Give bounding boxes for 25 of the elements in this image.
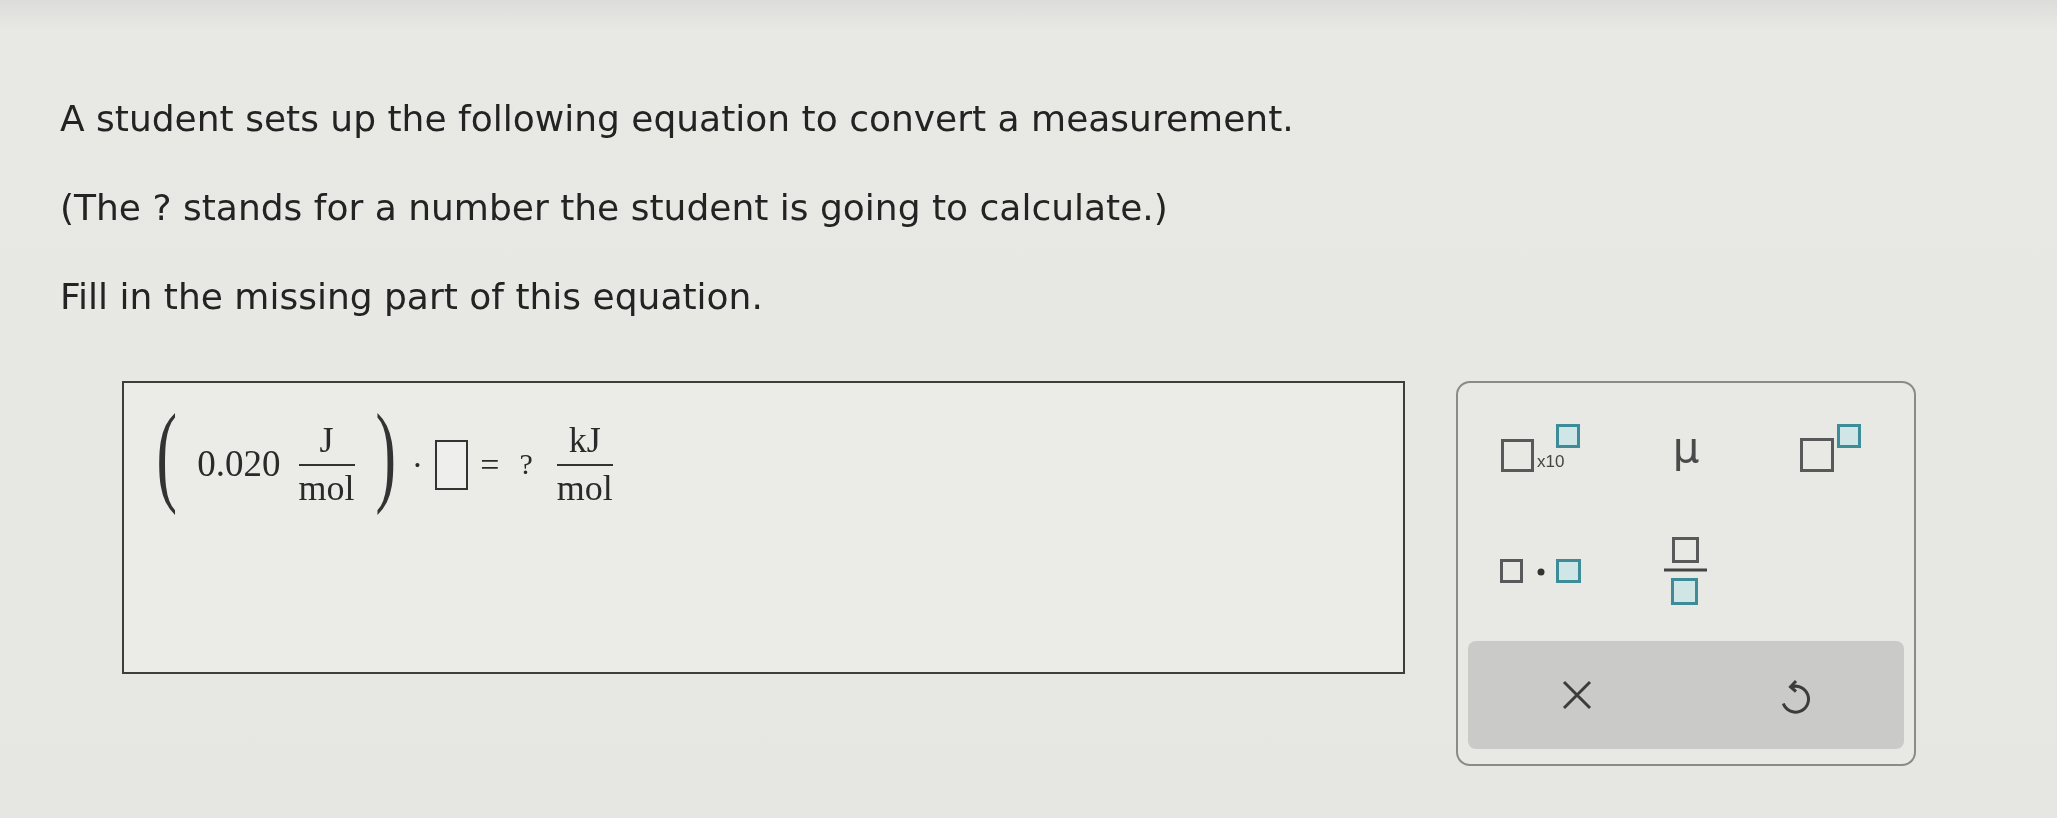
given-value: 0.020 bbox=[197, 443, 281, 486]
unit-denominator: mol bbox=[298, 467, 355, 509]
parenthesis: ) bbox=[374, 390, 396, 517]
unknown-value: ? bbox=[519, 447, 533, 482]
unit-numerator: kJ bbox=[568, 420, 601, 462]
answer-box[interactable] bbox=[435, 439, 469, 490]
close-icon bbox=[1562, 680, 1592, 710]
multiplication-button[interactable] bbox=[1500, 559, 1582, 583]
fraction-button[interactable] bbox=[1664, 537, 1708, 605]
operator: = bbox=[480, 445, 500, 485]
exponent-button[interactable] bbox=[1800, 424, 1863, 472]
question-text: Fill in the missing part of this equation. bbox=[60, 275, 763, 319]
product-template-icon bbox=[1500, 559, 1582, 583]
unit-numerator: J bbox=[319, 420, 334, 462]
micro-symbol-button[interactable]: μ bbox=[1672, 427, 1700, 469]
parenthesis: ( bbox=[156, 390, 177, 517]
empty-square-icon bbox=[1500, 439, 1534, 472]
filled-square-icon bbox=[1556, 424, 1581, 448]
unit-denominator: mol bbox=[556, 467, 613, 509]
fraction-template-icon bbox=[1664, 537, 1708, 605]
question-text: (The ? stands for a number the student is going to calculate.) bbox=[60, 186, 1168, 230]
operator: · bbox=[411, 445, 424, 485]
scientific-notation-button[interactable]: x10 bbox=[1500, 424, 1581, 472]
superscript-template-icon bbox=[1800, 424, 1863, 472]
question-text: A student sets up the following equation to convert a measurement. bbox=[60, 97, 1294, 141]
